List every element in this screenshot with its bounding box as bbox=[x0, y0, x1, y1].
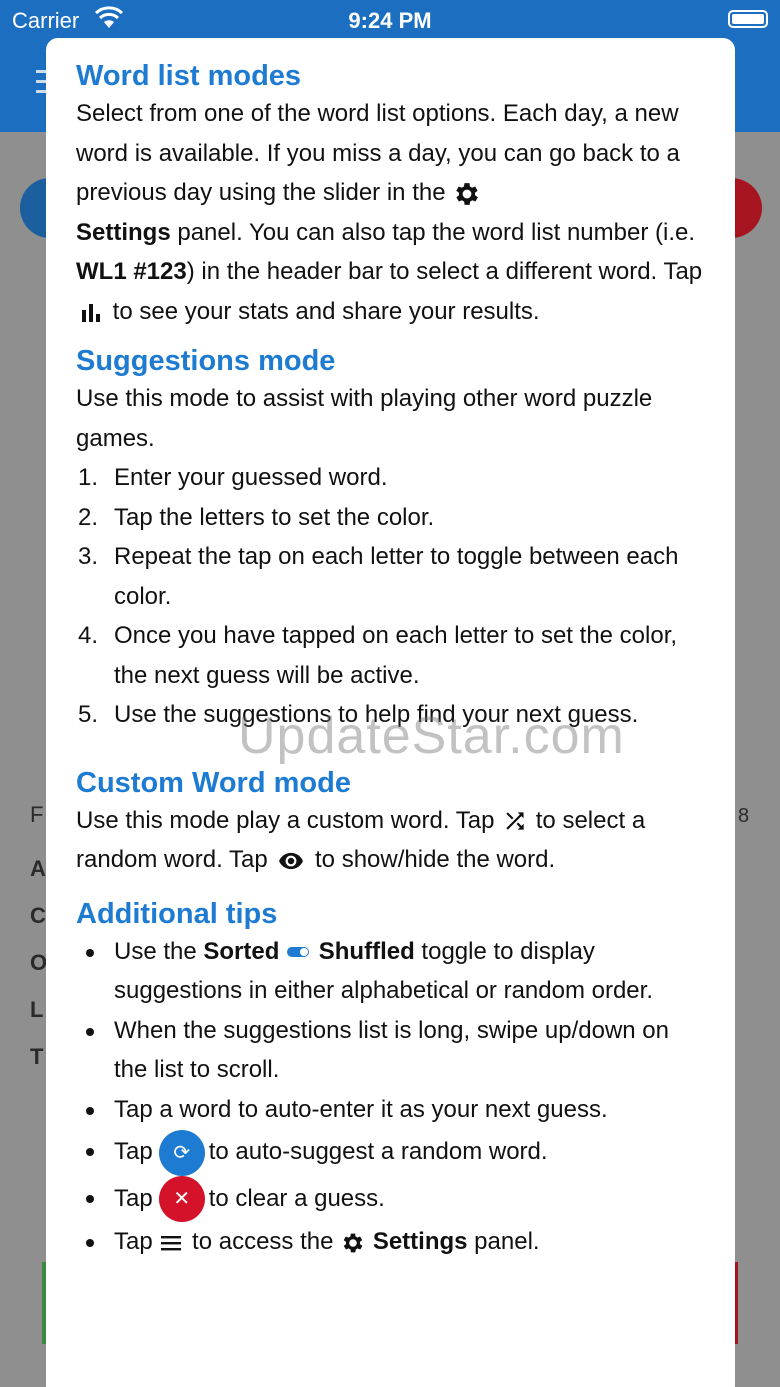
toggle-icon bbox=[287, 947, 310, 958]
status-time: 9:24 PM bbox=[348, 8, 432, 33]
list-item: 1. Enter your guessed word. bbox=[78, 464, 388, 491]
status-bar: Carrier 9:24 PM bbox=[0, 0, 780, 40]
gear-icon bbox=[456, 182, 479, 205]
suggestions-heading: Suggestions mode bbox=[76, 345, 336, 377]
list-item: 3. Repeat the tap on each letter to toggl… bbox=[78, 543, 679, 610]
list-item: Tap to access the Settings panel. bbox=[76, 1222, 705, 1262]
stats-icon bbox=[82, 304, 100, 323]
suggestions-intro: Use this mode to assist with playing oth… bbox=[76, 385, 653, 452]
list-item: 5. Use the suggestions to help find your … bbox=[78, 701, 639, 728]
list-item: Tap a word to auto-enter it as your next… bbox=[76, 1090, 705, 1130]
additional-tips-heading: Additional tips bbox=[76, 897, 278, 930]
gear-icon bbox=[343, 1233, 363, 1253]
help-dialog[interactable]: Word list modes Select from one of the w… bbox=[46, 38, 735, 1387]
word-list-text: Select from one of the word list options… bbox=[76, 100, 703, 325]
list-item: 2. Tap the letters to set the color. bbox=[78, 503, 435, 531]
battery-icon bbox=[728, 10, 768, 28]
custom-word-text: Use this mode play a custom word. Tap to… bbox=[76, 806, 646, 874]
eye-icon bbox=[279, 852, 304, 869]
custom-word-heading: Custom Word mode bbox=[76, 766, 351, 799]
list-item: Tap ⟳ to auto-suggest a random word. bbox=[76, 1129, 705, 1176]
list-item: 4. Once you have tapped on each letter to… bbox=[78, 622, 678, 689]
list-item: Use the Sorted Shuffled toggle to displa… bbox=[76, 932, 705, 1011]
list-item: Tap ✕ to clear a guess. bbox=[76, 1176, 705, 1223]
suggestions-steps: 1. Enter your guessed word. 2. Tap the let… bbox=[76, 458, 705, 735]
refresh-icon: ⟳ bbox=[158, 1129, 205, 1176]
close-icon: ✕ bbox=[158, 1176, 205, 1223]
menu-icon bbox=[161, 1235, 182, 1251]
word-list-heading: Word list modes bbox=[76, 60, 302, 92]
tips-list: Use the Sorted Shuffled toggle to displa… bbox=[76, 932, 705, 1262]
background-word-list: F A C O L T bbox=[30, 802, 48, 1070]
list-item: When the suggestions list is long, swipe… bbox=[76, 1011, 705, 1090]
shuffle-icon bbox=[506, 812, 524, 830]
background-count: 8 bbox=[738, 805, 750, 827]
